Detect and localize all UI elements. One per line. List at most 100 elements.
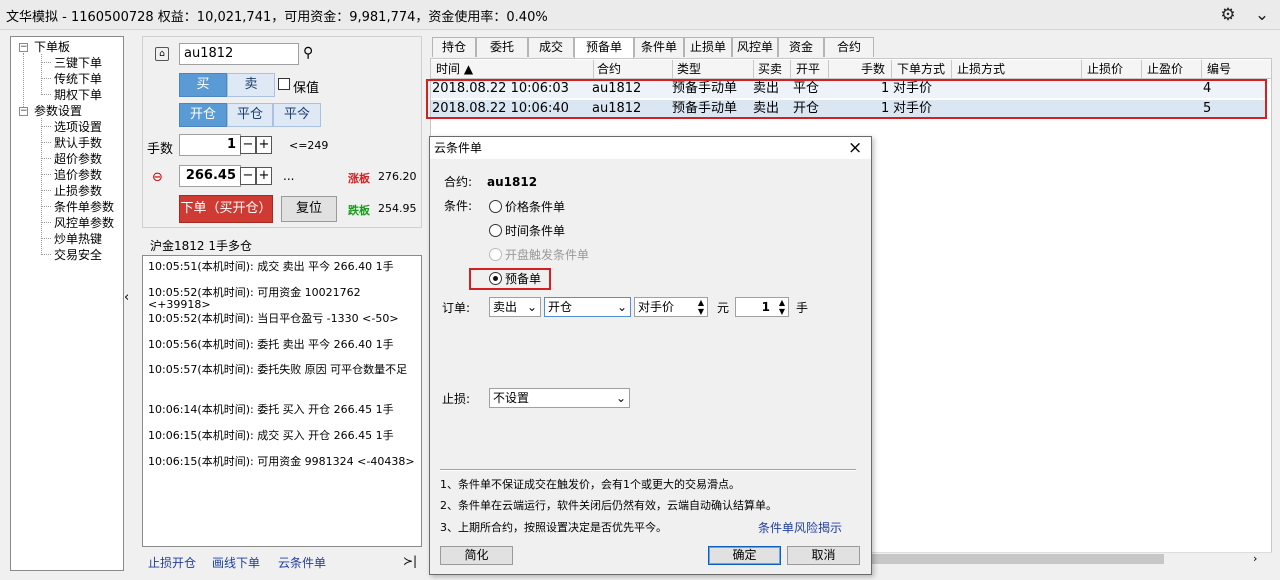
collapse-panel-icon[interactable]: ‹: [124, 290, 129, 305]
open-trigger-label: 开盘触发条件单: [505, 248, 590, 262]
prepared-order-label: 预备单: [505, 272, 542, 286]
tab-prepared[interactable]: 预备单: [574, 37, 634, 58]
tab-stoploss[interactable]: 止损单: [684, 37, 732, 57]
log-line: 10:05:52(本机时间): 当日平仓盈亏 -1330 <-50>: [148, 312, 399, 325]
qty-value: 1: [761, 300, 770, 314]
prepared-order-radio[interactable]: [489, 272, 502, 285]
scroll-thumb[interactable]: [872, 554, 1164, 564]
collapse-icon[interactable]: −: [19, 43, 28, 52]
stop-open-link[interactable]: 止损开仓: [148, 554, 196, 571]
risk-disclosure-link[interactable]: 条件单风险揭示: [758, 521, 842, 535]
col-id[interactable]: 编号: [1207, 61, 1231, 78]
tree-item-condition[interactable]: 条件单参数: [54, 200, 114, 214]
reset-button[interactable]: 复位: [281, 196, 337, 222]
nav-tree: − 下单板 三键下单 传统下单 期权下单 − 参数设置 选项设置 默认手数 超价…: [10, 36, 124, 571]
price-line-icon: ⊖: [152, 170, 163, 185]
note-line: 2、条件单在云端运行，软件关闭后仍然有效，云端自动确认结算单。: [440, 499, 777, 512]
tab-contracts[interactable]: 合约: [824, 37, 874, 57]
time-condition-radio[interactable]: [489, 224, 502, 237]
col-contract[interactable]: 合约: [597, 61, 621, 78]
col-type[interactable]: 类型: [677, 61, 701, 78]
hedge-checkbox[interactable]: [278, 78, 290, 90]
dialog-title: 云条件单: [434, 141, 483, 155]
limit-down-value: 254.95: [378, 202, 417, 215]
log-line: 10:05:57(本机时间): 委托失败 原因 可平仓数量不足: [148, 363, 408, 376]
tree-item-security[interactable]: 交易安全: [54, 248, 102, 262]
tree-item-params[interactable]: 参数设置: [34, 104, 82, 118]
search-icon[interactable]: ⚲: [303, 45, 313, 61]
open-button[interactable]: 开仓: [179, 103, 227, 127]
tab-funds[interactable]: 资金: [778, 37, 824, 57]
limit-up-label: 涨板: [348, 172, 370, 185]
hedge-label: 保值: [293, 81, 320, 96]
tree-item-default-qty[interactable]: 默认手数: [54, 136, 102, 150]
close-icon[interactable]: ×: [848, 138, 862, 158]
cancel-button[interactable]: 取消: [787, 546, 860, 565]
tree-item-order-board[interactable]: 下单板: [34, 40, 70, 54]
open-trigger-radio[interactable]: [489, 248, 502, 261]
close-today-button[interactable]: 平今: [273, 103, 321, 127]
log-line: 10:05:51(本机时间): 成交 卖出 平今 266.40 1手: [148, 260, 394, 273]
tree-item-risk[interactable]: 风控单参数: [54, 216, 114, 230]
log-line: 10:05:52(本机时间): 可用资金 10021762 <+39918>: [148, 286, 361, 311]
col-stop-method[interactable]: 止损方式: [957, 61, 1005, 78]
time-condition-label: 时间条件单: [505, 224, 566, 238]
log-line: 10:05:56(本机时间): 委托 卖出 平今 266.40 1手: [148, 338, 394, 351]
col-stop-price[interactable]: 止损价: [1087, 61, 1123, 78]
tab-trades[interactable]: 成交: [528, 37, 574, 57]
ok-button[interactable]: 确定: [708, 546, 781, 565]
col-takeprofit-price[interactable]: 止盈价: [1147, 61, 1183, 78]
col-order-method[interactable]: 下单方式: [897, 61, 945, 78]
price-input[interactable]: 266.45: [179, 165, 241, 187]
contract-input[interactable]: au1812: [179, 43, 299, 65]
qty-increment-button[interactable]: +: [256, 136, 272, 154]
col-qty[interactable]: 手数: [861, 61, 885, 78]
price-condition-radio[interactable]: [489, 200, 502, 213]
contract-label: 合约:: [444, 175, 473, 189]
scroll-right-icon[interactable]: ›: [1253, 552, 1257, 565]
cloud-condition-link[interactable]: 云条件单: [278, 554, 326, 571]
qty-label: 手数: [147, 142, 174, 157]
submit-order-button[interactable]: 下单（买开仓）: [179, 195, 273, 223]
simplify-button[interactable]: 简化: [440, 546, 513, 565]
price-decrement-button[interactable]: −: [240, 167, 256, 185]
qty-decrement-button[interactable]: −: [240, 136, 256, 154]
tab-orders[interactable]: 委托: [476, 37, 528, 57]
tree-item-3key[interactable]: 三键下单: [54, 56, 102, 70]
close-button[interactable]: 平仓: [227, 103, 273, 127]
sell-button[interactable]: 卖: [227, 73, 275, 97]
col-offset[interactable]: 开平: [796, 61, 820, 78]
buy-button[interactable]: 买: [179, 73, 227, 97]
tree-item-classic[interactable]: 传统下单: [54, 72, 102, 86]
lock-icon[interactable]: ⌂: [155, 47, 169, 61]
log-line: 10:06:15(本机时间): 可用资金 9981324 <-40438>: [148, 455, 415, 468]
tree-item-stop-loss[interactable]: 止损参数: [54, 184, 102, 198]
tree-item-options[interactable]: 选项设置: [54, 120, 102, 134]
tree-item-option[interactable]: 期权下单: [54, 88, 102, 102]
qty-input[interactable]: 1: [179, 134, 241, 156]
tab-condition[interactable]: 条件单: [634, 37, 684, 57]
spinner-icon: ▲ ▼: [697, 298, 704, 316]
price-increment-button[interactable]: +: [256, 167, 272, 185]
chevron-down-icon: ⌄: [615, 391, 626, 405]
gear-icon[interactable]: ⚙: [1216, 4, 1240, 26]
tree-item-over-price[interactable]: 超价参数: [54, 152, 102, 166]
stop-label: 止损:: [442, 392, 471, 406]
qty-input[interactable]: 1 ▲ ▼: [735, 297, 789, 317]
draw-order-link[interactable]: 画线下单: [212, 554, 260, 571]
side-select[interactable]: 卖出 ⌄: [489, 297, 541, 317]
cloud-condition-dialog: 云条件单 × 合约: au1812 条件: 价格条件单 时间条件单 开盘触发条件…: [429, 136, 872, 575]
chevron-down-icon[interactable]: ⌄: [1250, 4, 1274, 26]
tree-item-hotkey[interactable]: 炒单热键: [54, 232, 102, 246]
expand-icon[interactable]: ≻|: [403, 554, 417, 568]
stop-select[interactable]: 不设置 ⌄: [489, 388, 630, 408]
tree-item-chase-price[interactable]: 追价参数: [54, 168, 102, 182]
offset-select[interactable]: 开仓 ⌄: [544, 297, 631, 317]
price-type-select[interactable]: 对手价 ▲ ▼: [634, 297, 708, 317]
tab-positions[interactable]: 持仓: [432, 37, 476, 57]
col-time[interactable]: 时间 ▲: [436, 61, 473, 78]
col-side[interactable]: 买卖: [758, 61, 782, 78]
tab-risk[interactable]: 风控单: [732, 37, 778, 57]
price-more-button[interactable]: ...: [283, 169, 294, 183]
collapse-icon[interactable]: −: [19, 107, 28, 116]
